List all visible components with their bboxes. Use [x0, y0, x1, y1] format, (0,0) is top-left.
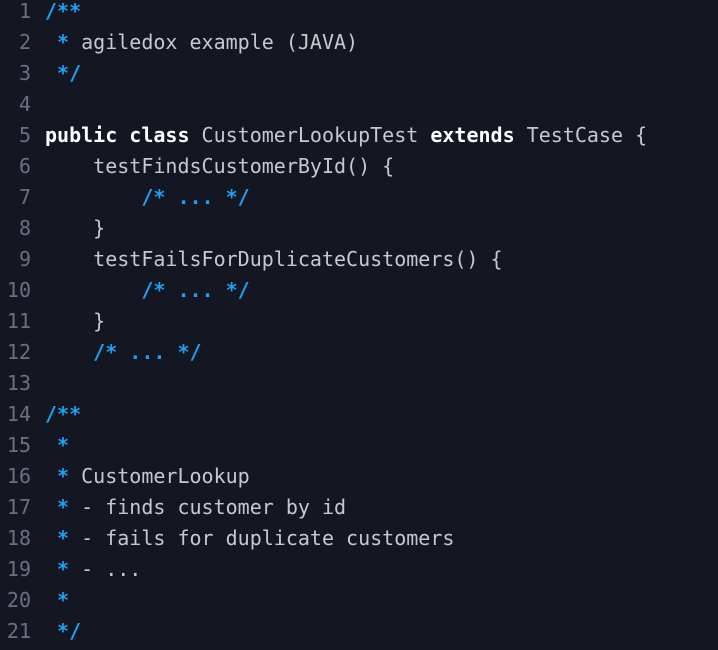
- code-line[interactable]: 2 * agiledox example (JAVA): [0, 27, 358, 58]
- line-number: 19: [6, 557, 31, 581]
- line-number: 13: [6, 371, 31, 395]
- code-line[interactable]: 20 *: [0, 585, 69, 616]
- comment-token: - fails for duplicate customers: [69, 526, 455, 550]
- code-token: testFailsForDuplicateCustomers() {: [45, 247, 503, 271]
- code-line[interactable]: 7 /* ... */: [0, 182, 250, 213]
- comment-token: /* ... */: [93, 340, 202, 364]
- comment-token: /* ... */: [141, 278, 250, 302]
- line-number: 4: [18, 92, 31, 116]
- line-number: 21: [6, 619, 31, 643]
- code-content: testFindsCustomerById() {: [45, 154, 394, 178]
- code-line[interactable]: 19 * - ...: [0, 554, 141, 585]
- code-line[interactable]: 13: [0, 368, 45, 399]
- keyword-token: public: [45, 123, 118, 147]
- line-number: 9: [18, 247, 31, 271]
- code-content: */: [45, 61, 81, 85]
- code-line[interactable]: 16 * CustomerLookup: [0, 461, 250, 492]
- code-content: }: [45, 309, 105, 333]
- code-line[interactable]: 9 testFailsForDuplicateCustomers() {: [0, 244, 503, 275]
- line-number: 3: [18, 61, 31, 85]
- comment-token: /**: [45, 0, 82, 23]
- code-content: * - finds customer by id: [45, 495, 346, 519]
- comment-token: CustomerLookup: [69, 464, 250, 488]
- line-number: 15: [6, 433, 31, 457]
- comment-token: *: [45, 30, 70, 54]
- code-content: /**: [45, 402, 81, 426]
- keyword-token: extends: [430, 123, 515, 147]
- code-line[interactable]: 6 testFindsCustomerById() {: [0, 151, 394, 182]
- keyword-token: class: [129, 123, 190, 147]
- code-token: }: [45, 309, 106, 333]
- code-line[interactable]: 5 public class CustomerLookupTest extends…: [0, 120, 647, 151]
- code-content: }: [45, 216, 105, 240]
- code-content: public class CustomerLookupTest extends …: [45, 123, 647, 147]
- line-number: 11: [6, 309, 31, 333]
- line-number: 16: [6, 464, 31, 488]
- code-line[interactable]: 3 */: [0, 58, 81, 89]
- code-line[interactable]: 1 /**: [0, 0, 81, 27]
- code-token: testFindsCustomerById() {: [45, 154, 395, 178]
- code-line[interactable]: 12 /* ... */: [0, 337, 202, 368]
- code-line[interactable]: 18 * - fails for duplicate customers: [0, 523, 455, 554]
- comment-token: /**: [45, 402, 82, 426]
- code-line[interactable]: 4: [0, 89, 45, 120]
- line-number: 2: [18, 30, 31, 54]
- comment-token: *: [45, 557, 70, 581]
- line-number: 8: [18, 216, 31, 240]
- line-number: 7: [18, 185, 31, 209]
- code-content: testFailsForDuplicateCustomers() {: [45, 247, 503, 271]
- comment-token: *: [45, 495, 70, 519]
- code-content: */: [45, 619, 81, 643]
- line-number: 14: [6, 402, 31, 426]
- code-line[interactable]: 15 *: [0, 430, 69, 461]
- line-number: 1: [18, 0, 31, 23]
- code-line[interactable]: 10 /* ... */: [0, 275, 250, 306]
- line-number: 17: [6, 495, 31, 519]
- code-line[interactable]: 21 */: [0, 616, 81, 647]
- code-content: *: [45, 433, 69, 457]
- comment-token: */: [45, 619, 82, 643]
- code-content: *: [45, 588, 69, 612]
- code-content: * agiledox example (JAVA): [45, 30, 358, 54]
- code-content: * CustomerLookup: [45, 464, 250, 488]
- line-number: 20: [6, 588, 31, 612]
- line-number: 10: [6, 278, 31, 302]
- line-number: 18: [6, 526, 31, 550]
- comment-token: *: [45, 526, 70, 550]
- code-token: CustomerLookupTest: [189, 123, 431, 147]
- line-number: 6: [18, 154, 31, 178]
- line-number: 12: [6, 340, 31, 364]
- code-line[interactable]: 14 /**: [0, 399, 81, 430]
- code-content: /* ... */: [45, 278, 250, 302]
- code-line[interactable]: 8 }: [0, 213, 105, 244]
- code-content: /* ... */: [45, 340, 202, 364]
- comment-token: agiledox example (JAVA): [69, 30, 359, 54]
- comment-token: */: [45, 61, 82, 85]
- code-content: /* ... */: [45, 185, 250, 209]
- comment-token: - ...: [69, 557, 142, 581]
- code-content: * - ...: [45, 557, 141, 581]
- code-content: /**: [45, 0, 81, 23]
- comment-token: *: [45, 588, 70, 612]
- code-line[interactable]: 11 }: [0, 306, 105, 337]
- comment-token: - finds customer by id: [69, 495, 347, 519]
- code-content: * - fails for duplicate customers: [45, 526, 454, 550]
- code-line[interactable]: 17 * - finds customer by id: [0, 492, 346, 523]
- code-editor[interactable]: 1/** 2 * agiledox example (JAVA) 3 */4 5 pub…: [0, 0, 718, 650]
- code-token: TestCase {: [514, 123, 648, 147]
- comment-token: *: [45, 464, 70, 488]
- comment-token: *: [45, 433, 70, 457]
- line-number: 5: [18, 123, 31, 147]
- comment-token: /* ... */: [141, 185, 250, 209]
- code-token: }: [45, 216, 106, 240]
